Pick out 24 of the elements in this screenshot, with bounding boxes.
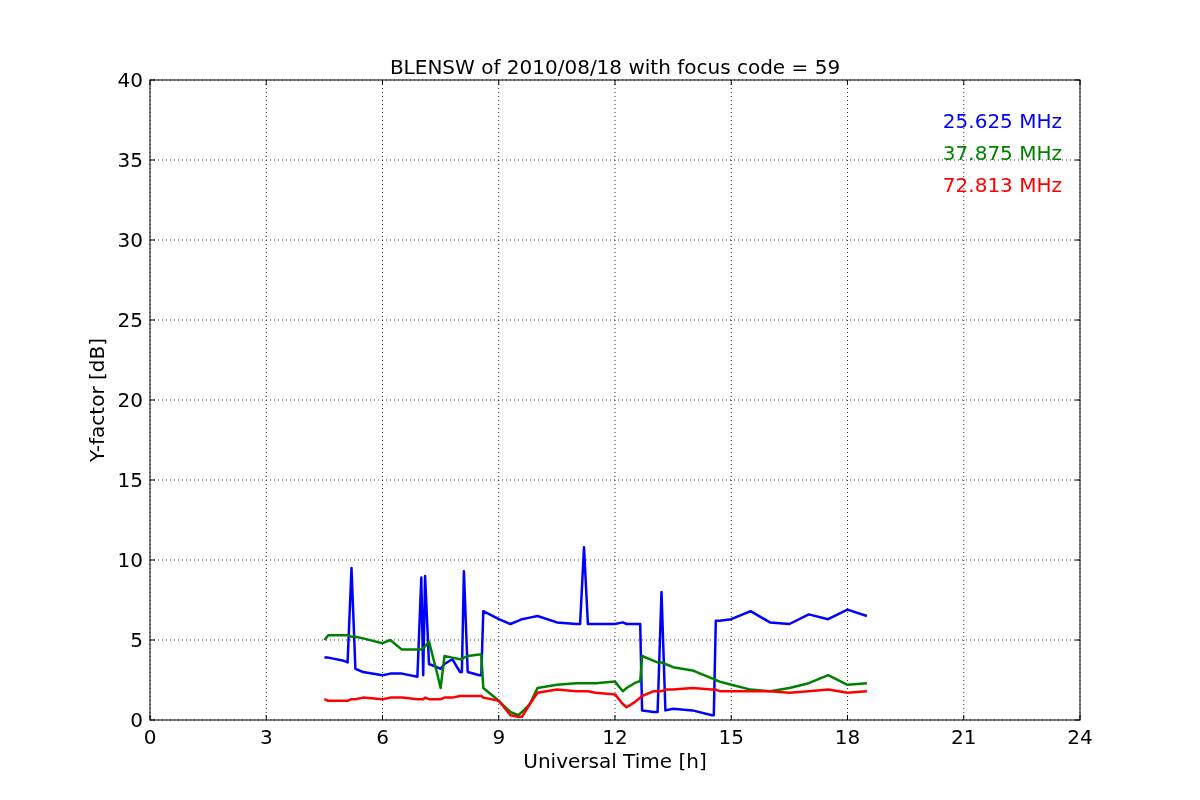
y-tick-label: 40 [117,68,143,92]
legend-label: 37.875 MHz [942,141,1062,165]
x-tick-label: 15 [718,725,744,749]
y-tick-label: 10 [117,548,143,572]
x-tick-label: 3 [259,725,273,749]
legend-label: 25.625 MHz [942,109,1062,133]
x-tick-label: 21 [951,725,977,749]
y-tick-label: 5 [130,628,143,652]
legend-label: 72.813 MHz [942,173,1062,197]
x-axis-label: Universal Time [h] [523,749,707,773]
y-tick-label: 30 [117,228,143,252]
chart-title: BLENSW of 2010/08/18 with focus code = 59 [389,55,841,79]
x-tick-label: 18 [834,725,861,749]
y-tick-label: 35 [117,148,143,172]
y-tick-label: 15 [117,468,143,492]
x-tick-label: 9 [492,725,506,749]
x-tick-label: 6 [376,725,389,749]
y-axis-label: Y-factor [dB] [85,338,109,462]
y-tick-label: 0 [130,708,143,732]
y-tick-label: 20 [117,388,143,412]
x-tick-label: 24 [1067,725,1093,749]
x-tick-label: 0 [143,725,157,749]
x-tick-label: 12 [602,725,628,749]
y-tick-label: 25 [117,308,143,332]
